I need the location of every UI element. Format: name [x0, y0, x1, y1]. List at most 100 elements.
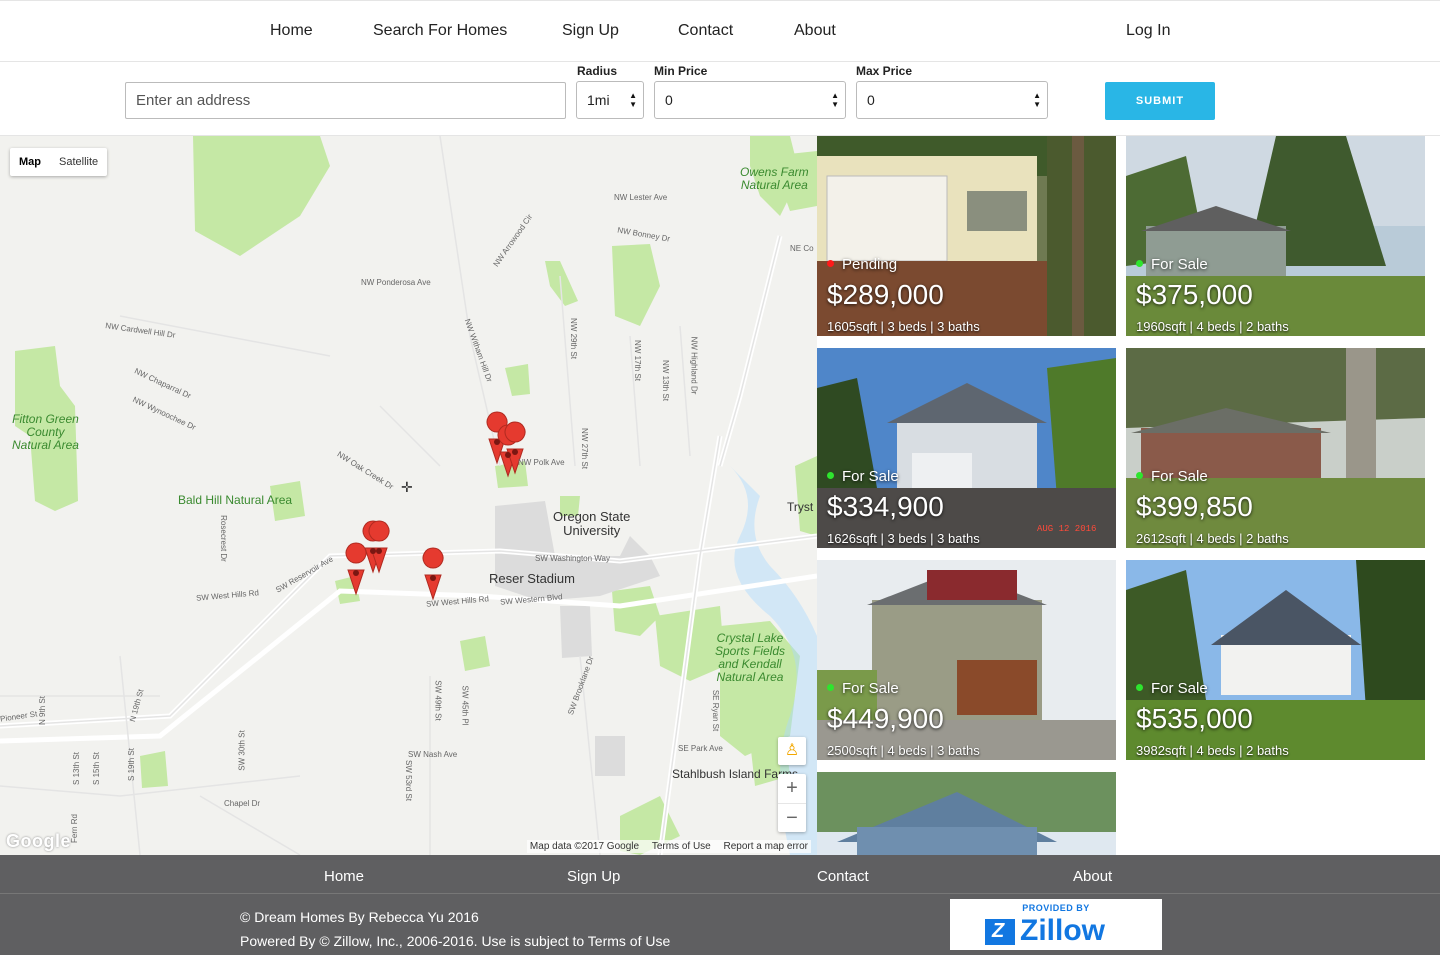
poi-label: Reser Stadium	[489, 571, 575, 586]
nav-home-link[interactable]: Home	[270, 22, 313, 40]
status-dot-icon	[1136, 683, 1143, 691]
street-label: Fern Rd	[69, 814, 79, 843]
zillow-provided-by: PROVIDED BY	[1022, 903, 1090, 913]
street-label: NW Polk Ave	[518, 458, 565, 467]
select-arrows-icon: ▲ ▼	[1033, 91, 1041, 109]
report-error-link[interactable]: Report a map error	[724, 841, 808, 852]
street-label: NW 29th St	[568, 318, 578, 359]
listing-status: For Sale	[827, 468, 899, 485]
listing-status-text: For Sale	[842, 468, 899, 485]
footer: Home Sign Up Contact About © Dream Homes…	[0, 855, 1440, 955]
min-price-value: 0	[665, 92, 673, 108]
zoom-control: + −	[778, 774, 806, 832]
max-price-select[interactable]: 0 ▲ ▼	[856, 81, 1048, 119]
listing-status-text: For Sale	[1151, 680, 1208, 697]
listing-card[interactable]	[817, 772, 1116, 855]
status-dot-icon	[1136, 471, 1143, 479]
listing-card[interactable]: For Sale $375,000 1960sqft | 4 beds | 2 …	[1126, 136, 1425, 336]
search-bar: Radius 1mi ▲▼ Min Price 0 ▲▼ Max Price 0…	[0, 62, 1440, 136]
zillow-brand: Zillow	[1020, 914, 1105, 947]
poi-label: Tryst	[787, 500, 814, 514]
footer-contact-link[interactable]: Contact	[817, 868, 869, 885]
radius-label: Radius	[577, 64, 618, 78]
park-label: Crystal Lake Sports Fields and Kendall Natu…	[715, 631, 786, 684]
street-label: SW Nash Ave	[408, 750, 458, 759]
powered-by-text[interactable]: Powered By © Zillow, Inc., 2006-2016. Us…	[240, 933, 670, 949]
zoom-in-button[interactable]: +	[778, 774, 806, 803]
listing-price: $334,900	[827, 491, 944, 522]
terms-link[interactable]: Terms of Use	[652, 841, 711, 852]
park-label: Fitton Green County Natural Area	[12, 412, 79, 452]
copyright-text: © Dream Homes By Rebecca Yu 2016	[240, 909, 479, 925]
crosshair-icon: ✛	[401, 479, 413, 495]
nav-signup-link[interactable]: Sign Up	[562, 22, 619, 40]
map-type-control: Map Satellite	[10, 148, 108, 176]
google-logo[interactable]: Google	[6, 831, 71, 852]
street-label: Chapel Dr	[224, 799, 261, 808]
street-label: SW 53rd St	[403, 760, 413, 801]
listing-status: Pending	[827, 256, 897, 273]
footer-about-link[interactable]: About	[1073, 868, 1112, 885]
nav-login-link[interactable]: Log In	[1126, 22, 1170, 40]
nav-about-link[interactable]: About	[794, 22, 836, 40]
footer-signup-link[interactable]: Sign Up	[567, 868, 620, 885]
map-data-text: Map data ©2017 Google	[529, 841, 640, 852]
select-arrows-icon: ▲ ▼	[629, 91, 637, 109]
photo-date-stamp: AUG 12 2016	[1037, 524, 1096, 534]
listing-price: $399,850	[1136, 491, 1253, 522]
street-label: NW Highland Dr	[689, 336, 699, 395]
zoom-out-button[interactable]: −	[778, 803, 806, 832]
listing-specs: 1626sqft | 3 beds | 3 baths	[827, 531, 980, 546]
radius-select[interactable]: 1mi ▲ ▼	[576, 81, 644, 119]
listing-photo	[817, 772, 1116, 855]
street-label: SE Park Ave	[678, 744, 723, 753]
map-view[interactable]: Fitton Green County Natural Area Bald Hill…	[0, 136, 817, 855]
listing-specs: 1960sqft | 4 beds | 2 baths	[1136, 319, 1289, 334]
listing-specs: 3982sqft | 4 beds | 2 baths	[1136, 743, 1289, 758]
listing-price: $289,000	[827, 279, 944, 310]
listing-card[interactable]: For Sale $449,900 2500sqft | 4 beds | 3 …	[817, 560, 1116, 760]
listing-price: $449,900	[827, 703, 944, 734]
street-label: NW 17th St	[632, 340, 642, 381]
zillow-logo-icon	[985, 919, 1015, 945]
listing-status: For Sale	[1136, 680, 1208, 697]
zillow-badge[interactable]: PROVIDED BY Zillow	[950, 899, 1162, 950]
max-price-value: 0	[867, 92, 875, 108]
street-label: NW 27th St	[579, 428, 589, 469]
min-price-label: Min Price	[654, 64, 708, 78]
submit-button[interactable]: SUBMIT	[1105, 82, 1215, 120]
listing-card[interactable]: Pending $289,000 1605sqft | 3 beds | 3 b…	[817, 136, 1116, 336]
listing-status: For Sale	[1136, 468, 1208, 485]
listing-specs: 1605sqft | 3 beds | 3 baths	[827, 319, 980, 334]
street-label: S 19th St	[126, 748, 136, 781]
listing-price: $535,000	[1136, 703, 1253, 734]
listing-status: For Sale	[1136, 256, 1208, 273]
address-input[interactable]	[125, 82, 566, 119]
street-label: SE Ryan St	[711, 689, 721, 732]
nav-contact-link[interactable]: Contact	[678, 22, 733, 40]
map-type-satellite-button[interactable]: Satellite	[50, 148, 107, 176]
listing-card[interactable]: AUG 12 2016 For Sale $334,900 1626sqft |…	[817, 348, 1116, 548]
street-label: N 9th St	[37, 696, 47, 725]
listing-card[interactable]: For Sale $535,000 3982sqft | 4 beds | 2 …	[1126, 560, 1425, 760]
map-attribution: Map data ©2017 Google Terms of Use Repor…	[526, 840, 811, 853]
poi-label: Oregon State University	[553, 509, 631, 538]
pegman-icon[interactable]: ♙	[778, 737, 806, 765]
status-dot-icon	[827, 471, 834, 479]
park-label: Owens Farm Natural Area	[740, 165, 809, 192]
status-dot-icon	[1136, 259, 1143, 267]
street-label: SW 49th St	[433, 680, 443, 721]
max-price-label: Max Price	[856, 64, 913, 78]
nav-search-link[interactable]: Search For Homes	[373, 22, 507, 40]
street-label: NW 13th St	[660, 360, 670, 401]
listing-status-text: For Sale	[1151, 256, 1208, 273]
top-navigation: Home Search For Homes Sign Up Contact Ab…	[0, 0, 1440, 62]
footer-navigation: Home Sign Up Contact About	[0, 855, 1440, 894]
listing-card[interactable]: For Sale $399,850 2612sqft | 4 beds | 2 …	[1126, 348, 1425, 548]
map-type-map-button[interactable]: Map	[10, 148, 50, 176]
street-label: SW 45th Pl	[460, 685, 470, 726]
listing-price: $375,000	[1136, 279, 1253, 310]
footer-home-link[interactable]: Home	[324, 868, 364, 885]
min-price-select[interactable]: 0 ▲ ▼	[654, 81, 846, 119]
street-label: NW Lester Ave	[614, 193, 668, 202]
